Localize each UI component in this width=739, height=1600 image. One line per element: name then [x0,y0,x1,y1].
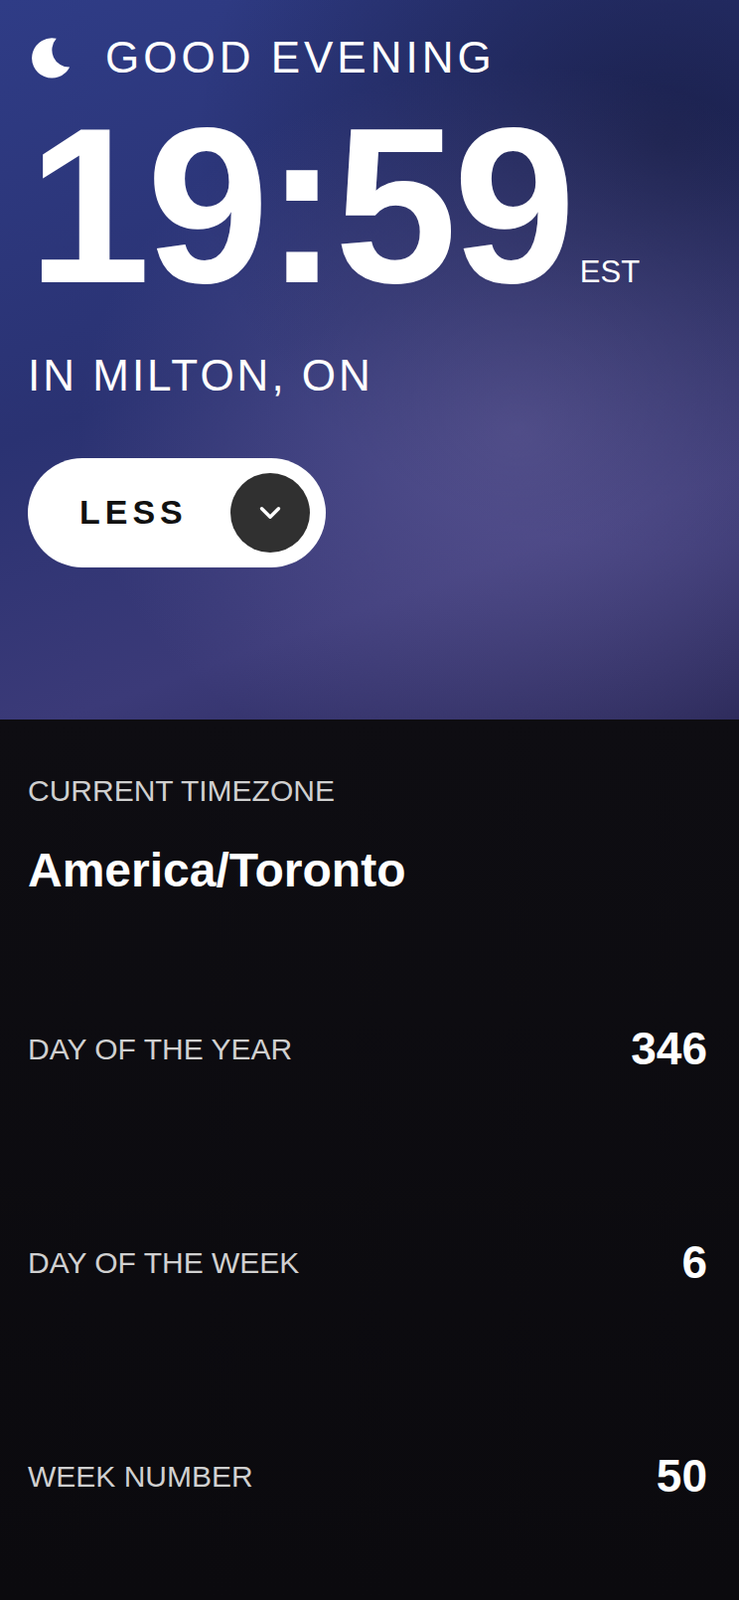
detail-label: WEEK NUMBER [27,1458,254,1494]
timezone-block: CURRENT TIMEZONE America/Toronto [27,772,712,898]
time-row: 19:59 EST [27,95,712,316]
toggle-button[interactable]: LESS [27,457,326,568]
detail-value: 346 [630,1023,708,1074]
detail-row: DAY OF THE WEEK 6 [27,1155,712,1369]
detail-label: DAY OF THE WEEK [27,1244,299,1281]
moon-icon [27,34,74,81]
time: 19:59 [27,95,573,316]
detail-row: WEEK NUMBER 50 [27,1368,712,1583]
chevron-circle [230,472,310,553]
location: IN MILTON, ON [27,351,712,400]
toggle-label: LESS [79,492,188,532]
clock-page: GOOD EVENING 19:59 EST IN MILTON, ON LES… [0,0,739,1600]
greeting: GOOD EVENING [27,33,712,82]
detail-row: DAY OF THE YEAR 346 [27,941,712,1156]
chevron-down-icon [253,495,288,530]
detail-value: 50 [656,1450,708,1501]
timezone-value: America/Toronto [27,842,712,898]
timezone-label: CURRENT TIMEZONE [27,772,712,809]
detail-label: DAY OF THE YEAR [27,1031,293,1067]
hero-section: GOOD EVENING 19:59 EST IN MILTON, ON LES… [0,0,739,720]
timezone-abbr: EST [580,256,640,288]
detail-value: 6 [681,1236,708,1288]
greeting-text: GOOD EVENING [105,33,496,82]
details-panel: CURRENT TIMEZONE America/Toronto DAY OF … [0,719,739,1600]
